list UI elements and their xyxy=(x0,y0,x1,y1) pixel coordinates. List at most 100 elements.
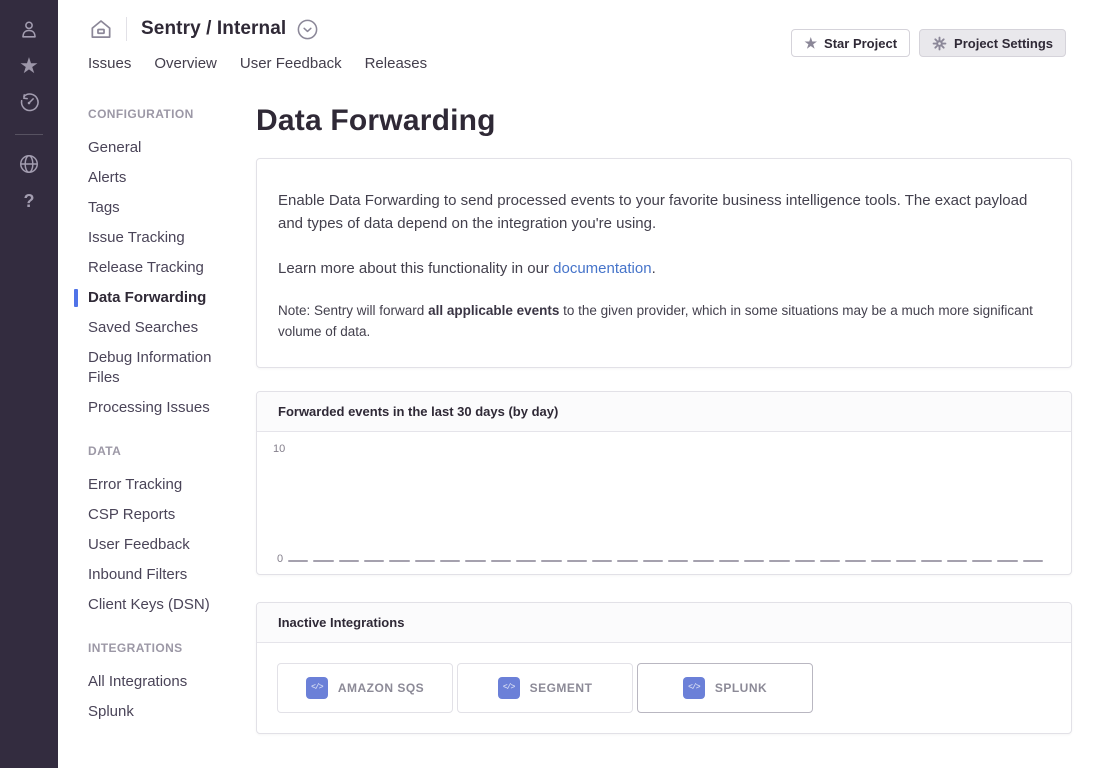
chart-bar xyxy=(313,560,333,562)
project-settings-label: Project Settings xyxy=(954,36,1053,51)
globe-icon[interactable] xyxy=(17,152,41,176)
settings-sidebar: CONFIGURATION General Alerts Tags Issue Trac… xyxy=(58,86,256,768)
project-switcher-chevron-icon[interactable] xyxy=(296,18,319,41)
sidebar-item-saved-searches[interactable]: Saved Searches xyxy=(88,318,228,338)
project-nav: Issues Overview User Feedback Releases xyxy=(88,55,1066,72)
chart-bar xyxy=(744,560,764,562)
chart-bar xyxy=(643,560,663,562)
integration-label: AMAZON SQS xyxy=(338,681,424,695)
integrations-panel-title: Inactive Integrations xyxy=(257,603,1071,643)
chart-bar xyxy=(465,560,485,562)
sidebar-item-csp-reports[interactable]: CSP Reports xyxy=(88,505,228,525)
settings-body: CONFIGURATION General Alerts Tags Issue Trac… xyxy=(58,86,1098,768)
bar-chart: 10 0 xyxy=(257,432,1071,574)
breadcrumb-divider xyxy=(126,17,127,41)
sidebar-item-tags[interactable]: Tags xyxy=(88,198,228,218)
chart-bar xyxy=(947,560,967,562)
intro-paragraph: Enable Data Forwarding to send processed… xyxy=(278,189,1050,236)
note-paragraph: Note: Sentry will forward all applicable… xyxy=(278,301,1050,343)
star-icon: ★ xyxy=(804,36,817,50)
chart-bar xyxy=(921,560,941,562)
rail-divider xyxy=(15,134,43,135)
integration-card-amazon-sqs[interactable]: </> AMAZON SQS xyxy=(277,663,453,713)
code-icon: </> xyxy=(306,677,328,699)
sidebar-item-all-integrations[interactable]: All Integrations xyxy=(88,672,228,692)
inactive-integrations-panel: Inactive Integrations </> AMAZON SQS </>SE… xyxy=(256,602,1072,734)
chart-bar xyxy=(364,560,384,562)
chart-bar xyxy=(769,560,789,562)
integration-label: SPLUNK xyxy=(715,681,767,695)
sidebar-item-alerts[interactable]: Alerts xyxy=(88,168,228,188)
sidebar-item-user-feedback[interactable]: User Feedback xyxy=(88,535,228,555)
chart-bars xyxy=(288,442,1043,562)
chart-bar xyxy=(972,560,992,562)
home-icon[interactable] xyxy=(88,16,114,42)
chart-bar xyxy=(871,560,891,562)
sidebar-section-data: DATA xyxy=(88,444,228,458)
chart-bar xyxy=(617,560,637,562)
code-icon: </> xyxy=(498,677,520,699)
chart-bar xyxy=(440,560,460,562)
chart-bar xyxy=(719,560,739,562)
chart-bar xyxy=(516,560,536,562)
sidebar-item-error-tracking[interactable]: Error Tracking xyxy=(88,475,228,495)
starred-icon[interactable]: ★ xyxy=(17,54,41,78)
sidebar-section-integrations: INTEGRATIONS xyxy=(88,641,228,655)
sidebar-item-issue-tracking[interactable]: Issue Tracking xyxy=(88,228,228,248)
chart-bar xyxy=(491,560,511,562)
y-axis-max-label: 10 xyxy=(273,443,285,455)
project-tab-overview[interactable]: Overview xyxy=(154,55,217,72)
project-settings-button[interactable]: Project Settings xyxy=(919,29,1066,57)
y-axis-min-label: 0 xyxy=(277,553,283,565)
sidebar-item-data-forwarding[interactable]: Data Forwarding xyxy=(88,288,228,308)
page: Sentry / Internal Issues Overview User Fee… xyxy=(58,0,1098,768)
help-icon[interactable]: ? xyxy=(17,189,41,213)
sidebar-section-configuration: CONFIGURATION xyxy=(88,107,228,121)
sidebar-item-general[interactable]: General xyxy=(88,138,228,158)
chart-bar xyxy=(339,560,359,562)
star-project-button[interactable]: ★ Star Project xyxy=(791,29,910,57)
chart-bar xyxy=(1023,560,1043,562)
chart-bar xyxy=(795,560,815,562)
chart-panel-title: Forwarded events in the last 30 days (by… xyxy=(257,392,1071,432)
sidebar-item-release-tracking[interactable]: Release Tracking xyxy=(88,258,228,278)
user-icon[interactable] xyxy=(17,17,41,41)
header-actions: ★ Star Project xyxy=(791,29,1066,57)
chart-bar xyxy=(997,560,1017,562)
project-header: Sentry / Internal Issues Overview User Fee… xyxy=(58,0,1098,86)
chart-bar xyxy=(415,560,435,562)
sidebar-item-splunk[interactable]: Splunk xyxy=(88,702,228,722)
sidebar-item-inbound-filters[interactable]: Inbound Filters xyxy=(88,565,228,585)
chart-bar xyxy=(820,560,840,562)
documentation-link[interactable]: documentation xyxy=(553,260,651,277)
star-project-label: Star Project xyxy=(824,36,897,51)
gear-icon xyxy=(932,36,947,51)
chart-bar xyxy=(668,560,688,562)
sidebar-item-debug-information-files[interactable]: Debug Information Files xyxy=(88,348,228,388)
integration-card-segment[interactable]: </>SEGMENT xyxy=(457,663,633,713)
project-tab-issues[interactable]: Issues xyxy=(88,55,131,72)
chart-bar xyxy=(389,560,409,562)
sidebar-item-processing-issues[interactable]: Processing Issues xyxy=(88,398,228,418)
chart-bar xyxy=(845,560,865,562)
project-title: Sentry / Internal xyxy=(141,18,286,40)
integration-card-splunk[interactable]: </> SPLUNK xyxy=(637,663,813,713)
main-content: Data Forwarding Enable Data Forwarding t… xyxy=(256,86,1098,768)
chart-bar xyxy=(693,560,713,562)
history-icon[interactable] xyxy=(17,91,41,115)
integration-cards: </>AMAZON SQS</>SEGMENT</>SPLUNK xyxy=(257,643,1071,733)
sidebar-item-client-keys-dsn[interactable]: Client Keys (DSN) xyxy=(88,595,228,615)
chart-bar xyxy=(567,560,587,562)
chart-bar xyxy=(288,560,308,562)
chart-bar xyxy=(896,560,916,562)
chart-bar xyxy=(541,560,561,562)
page-title: Data Forwarding xyxy=(256,104,1072,138)
intro-panel: Enable Data Forwarding to send processed… xyxy=(256,158,1072,368)
docs-paragraph: Learn more about this functionality in o… xyxy=(278,257,1050,280)
chart-bar xyxy=(592,560,612,562)
code-icon: </> xyxy=(683,677,705,699)
project-tab-user-feedback[interactable]: User Feedback xyxy=(240,55,342,72)
project-tab-releases[interactable]: Releases xyxy=(365,55,428,72)
primary-rail: ★ ? xyxy=(0,0,58,768)
forwarded-events-chart-panel: Forwarded events in the last 30 days (by… xyxy=(256,391,1072,575)
